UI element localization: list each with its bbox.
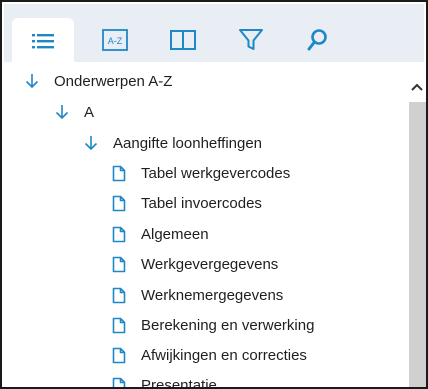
tab-search[interactable] xyxy=(286,16,348,64)
document-icon xyxy=(111,225,127,243)
tab-bar: A-Z xyxy=(4,4,424,64)
tree-page-label: Werknemergegevens xyxy=(141,286,284,304)
tree-node-label: Onderwerpen A-Z xyxy=(54,72,173,90)
filter-icon xyxy=(239,29,263,50)
expanded-arrow-icon[interactable] xyxy=(54,103,70,121)
tree-node-label: A xyxy=(84,103,95,121)
expanded-arrow-icon[interactable] xyxy=(24,72,40,90)
tree-page-label: Afwijkingen en correcties xyxy=(141,346,307,364)
tab-a-z-index[interactable]: A-Z xyxy=(84,16,146,64)
tree-node-topic[interactable]: Aangifte loonheffingen xyxy=(83,130,262,156)
tree-page-label: Tabel werkgevercodes xyxy=(141,164,291,182)
document-icon xyxy=(111,255,127,273)
tree-page-item[interactable]: Algemeen xyxy=(111,221,209,247)
document-icon xyxy=(111,316,127,334)
tree-page-item[interactable]: Afwijkingen en correcties xyxy=(111,342,307,368)
tree-node-label: Aangifte loonheffingen xyxy=(113,134,263,152)
expanded-arrow-icon[interactable] xyxy=(83,134,99,152)
topic-tree: Onderwerpen A-Z A Aangifte loonheffingen… xyxy=(4,62,406,389)
tree-page-item[interactable]: Werknemergegevens xyxy=(111,282,283,308)
tree-page-label: Presentatie xyxy=(141,376,217,389)
a-z-index-icon: A-Z xyxy=(102,29,128,51)
search-icon xyxy=(307,29,327,51)
tree-page-item[interactable]: Berekening en verwerking xyxy=(111,312,314,338)
a-z-index-label: A-Z xyxy=(108,36,123,46)
chevron-up-icon xyxy=(411,83,423,91)
list-icon xyxy=(32,34,54,49)
document-icon xyxy=(111,286,127,304)
tree-page-label: Tabel invoercodes xyxy=(141,194,262,212)
document-icon xyxy=(111,194,127,212)
toc-panel: A-Z Onderwerpen A-Z A Aangifte loonheffi… xyxy=(0,0,428,389)
tree-page-item[interactable]: Tabel invoercodes xyxy=(111,190,262,216)
vertical-scrollbar[interactable] xyxy=(406,62,426,387)
scrollbar-thumb[interactable] xyxy=(409,102,426,387)
tree-page-item[interactable]: Tabel werkgevercodes xyxy=(111,160,290,186)
tree-page-item[interactable]: Werkgevergegevens xyxy=(111,251,278,277)
tab-filter[interactable] xyxy=(220,16,282,64)
tab-contents[interactable] xyxy=(12,18,74,64)
document-icon xyxy=(111,164,127,182)
document-icon xyxy=(111,346,127,364)
tree-page-label: Algemeen xyxy=(141,225,209,243)
document-icon xyxy=(111,376,127,387)
book-icon xyxy=(170,30,196,50)
tree-page-label: Berekening en verwerking xyxy=(141,316,315,334)
tree-node-letter[interactable]: A xyxy=(54,99,94,125)
tab-book[interactable] xyxy=(152,16,214,64)
tree-page-item[interactable]: Presentatie xyxy=(111,372,217,389)
scroll-up-button[interactable] xyxy=(406,76,426,98)
tree-node-root[interactable]: Onderwerpen A-Z xyxy=(24,68,172,94)
tree-page-label: Werkgevergegevens xyxy=(141,255,279,273)
